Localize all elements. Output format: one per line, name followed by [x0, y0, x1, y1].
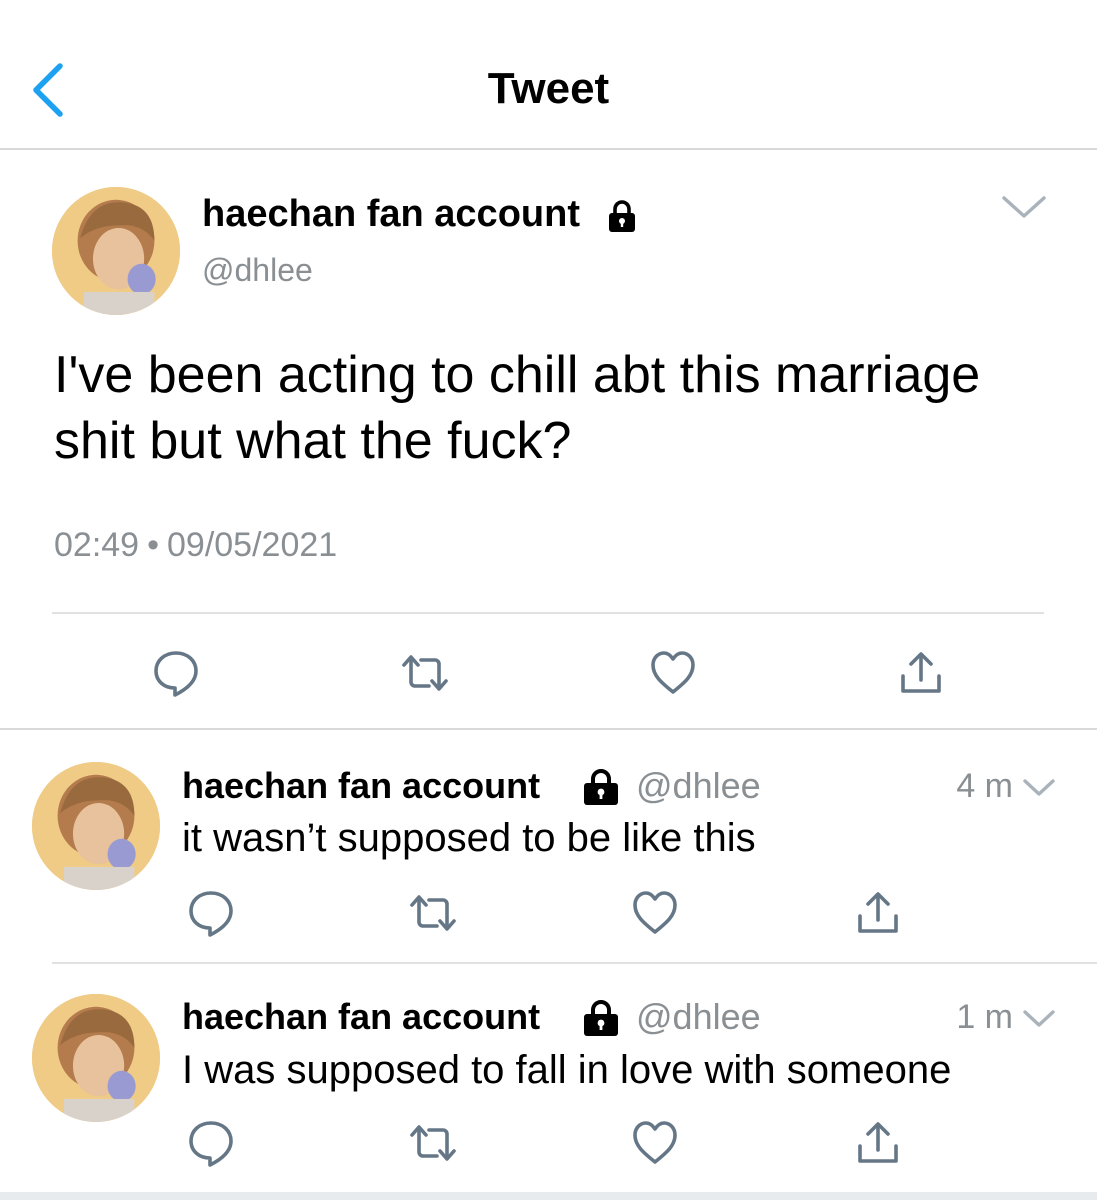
- share-icon: [858, 892, 898, 933]
- share-button[interactable]: [853, 1118, 903, 1168]
- retweet-icon: [402, 655, 448, 691]
- share-button[interactable]: [896, 648, 946, 698]
- reply-text: it wasn’t supposed to be like this: [182, 816, 756, 860]
- separator: •: [147, 526, 159, 564]
- section-divider: [0, 728, 1097, 730]
- like-icon: [633, 891, 677, 934]
- reply-button[interactable]: [151, 648, 201, 698]
- like-button[interactable]: [648, 648, 698, 698]
- reply-icon: [154, 651, 198, 697]
- lock-icon: [606, 199, 638, 233]
- tweet-time: 02:49: [54, 526, 140, 564]
- page-title: Tweet: [487, 64, 610, 113]
- reply-text: I was supposed to fall in love with some…: [182, 1048, 952, 1092]
- share-icon: [901, 652, 941, 693]
- reply-button[interactable]: [186, 888, 236, 938]
- bottom-edge: [0, 1192, 1097, 1200]
- handle[interactable]: @dhlee: [636, 996, 761, 1038]
- divider: [52, 612, 1044, 614]
- retweet-button[interactable]: [408, 888, 458, 938]
- handle[interactable]: @dhlee: [202, 252, 313, 289]
- tweet-timestamp: 02:49 • 09/05/2021: [54, 526, 337, 565]
- reply-icon: [189, 891, 233, 937]
- retweet-icon: [410, 895, 456, 931]
- reply-button[interactable]: [186, 1118, 236, 1168]
- retweet-button[interactable]: [408, 1118, 458, 1168]
- chevron-down-icon: [1023, 779, 1055, 796]
- reply-timestamp: 1 m: [956, 998, 1013, 1036]
- reply-timestamp: 4 m: [956, 767, 1013, 805]
- lock-icon: [581, 998, 621, 1038]
- like-icon: [633, 1121, 677, 1164]
- divider: [52, 962, 1097, 964]
- avatar[interactable]: [52, 187, 180, 315]
- avatar-image: [52, 187, 180, 315]
- reply-icon: [189, 1121, 233, 1167]
- share-button[interactable]: [853, 888, 903, 938]
- like-button[interactable]: [630, 1118, 680, 1168]
- chevron-down-icon: [1002, 196, 1046, 218]
- tweet-text: I've been acting to chill abt this marri…: [54, 346, 981, 470]
- retweet-button[interactable]: [400, 648, 450, 698]
- chevron-down-icon: [1023, 1010, 1055, 1027]
- like-button[interactable]: [630, 888, 680, 938]
- tweet-date: 09/05/2021: [167, 526, 338, 564]
- tweet-menu-button[interactable]: [1022, 1007, 1056, 1031]
- display-name[interactable]: haechan fan account: [182, 765, 540, 807]
- retweet-icon: [410, 1125, 456, 1161]
- like-icon: [651, 651, 695, 694]
- display-name[interactable]: haechan fan account: [202, 193, 580, 236]
- tweet-menu-button[interactable]: [1000, 192, 1048, 222]
- lock-icon: [581, 767, 621, 807]
- tweet-menu-button[interactable]: [1022, 776, 1056, 800]
- avatar[interactable]: [32, 994, 160, 1122]
- handle[interactable]: @dhlee: [636, 765, 761, 807]
- display-name[interactable]: haechan fan account: [182, 996, 540, 1038]
- avatar-image: [32, 994, 160, 1122]
- share-icon: [858, 1122, 898, 1163]
- avatar-image: [32, 762, 160, 890]
- avatar[interactable]: [32, 762, 160, 890]
